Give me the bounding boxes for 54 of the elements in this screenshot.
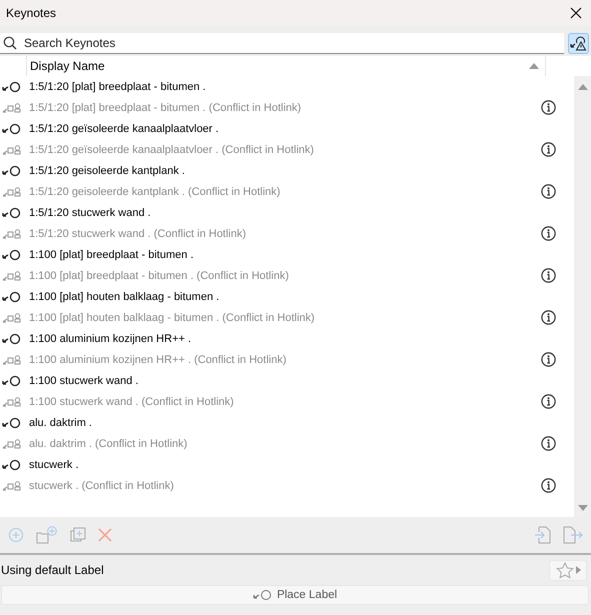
conflict-keynote-icon	[2, 396, 22, 408]
keynote-icon	[2, 164, 22, 176]
keynote-icon	[2, 80, 22, 92]
sort-arrow-icon	[529, 63, 539, 69]
conflict-keynote-icon	[2, 270, 22, 282]
keynote-row[interactable]: alu. daktrim .	[0, 412, 574, 433]
info-icon[interactable]	[541, 100, 556, 115]
conflict-keynote-icon	[2, 102, 22, 114]
info-icon[interactable]	[541, 142, 556, 157]
keynote-icon	[2, 332, 22, 344]
info-icon[interactable]	[541, 436, 556, 451]
info-icon[interactable]	[541, 310, 556, 325]
keynote-row[interactable]: stucwerk .	[0, 454, 574, 475]
keynote-icon	[2, 206, 22, 218]
info-icon[interactable]	[541, 268, 556, 283]
keynote-icon	[2, 122, 22, 134]
keynote-row[interactable]: 1:100 aluminium kozijnen HR++ .	[0, 328, 574, 349]
info-icon[interactable]	[541, 184, 556, 199]
keynote-icon	[2, 416, 22, 428]
column-header[interactable]: Display Name	[27, 56, 546, 76]
conflict-keynote-icon	[2, 312, 22, 324]
keynote-row[interactable]: 1:100 [plat] houten balklaag - bitumen .	[0, 286, 574, 307]
keynote-row[interactable]: 1:100 stucwerk wand .	[0, 370, 574, 391]
conflict-keynote-icon	[2, 186, 22, 198]
place-label-button[interactable]: Place Label	[1, 585, 589, 605]
conflict-keynote-icon	[2, 480, 22, 492]
search-input[interactable]: Search Keynotes	[22, 35, 564, 51]
info-icon[interactable]	[541, 478, 556, 493]
info-icon[interactable]	[541, 226, 556, 241]
keynote-row[interactable]: 1:5/1:20 geisoleerde kantplank .	[0, 160, 574, 181]
conflict-keynote-icon	[2, 228, 22, 240]
keynote-row[interactable]: 1:5/1:20 [plat] breedplaat - bitumen .	[0, 76, 574, 97]
conflict-keynote-icon	[2, 438, 22, 450]
label-status: Using default Label	[1, 563, 104, 577]
window-title: Keynotes	[6, 6, 56, 20]
keynote-icon	[2, 290, 22, 302]
conflict-keynote-icon	[2, 144, 22, 156]
conflict-filter-button[interactable]	[568, 33, 589, 54]
favorites-button[interactable]	[549, 560, 587, 580]
conflict-keynote-icon	[2, 354, 22, 366]
keynote-icon	[252, 589, 273, 601]
search-icon	[3, 36, 17, 50]
star-icon	[556, 562, 574, 578]
keynote-row[interactable]: 1:5/1:20 stucwerk wand .	[0, 202, 574, 223]
caret-icon	[576, 566, 580, 574]
info-icon[interactable]	[541, 352, 556, 367]
keynote-row[interactable]: 1:5/1:20 geïsoleerde kanaalplaatvloer .	[0, 118, 574, 139]
keynote-icon	[2, 248, 22, 260]
info-icon[interactable]	[541, 394, 556, 409]
keynote-icon	[2, 458, 22, 470]
keynote-icon	[2, 374, 22, 386]
search-field[interactable]: Search Keynotes	[0, 33, 564, 54]
keynote-row[interactable]: 1:100 [plat] breedplaat - bitumen .	[0, 244, 574, 265]
close-button[interactable]	[569, 6, 583, 20]
